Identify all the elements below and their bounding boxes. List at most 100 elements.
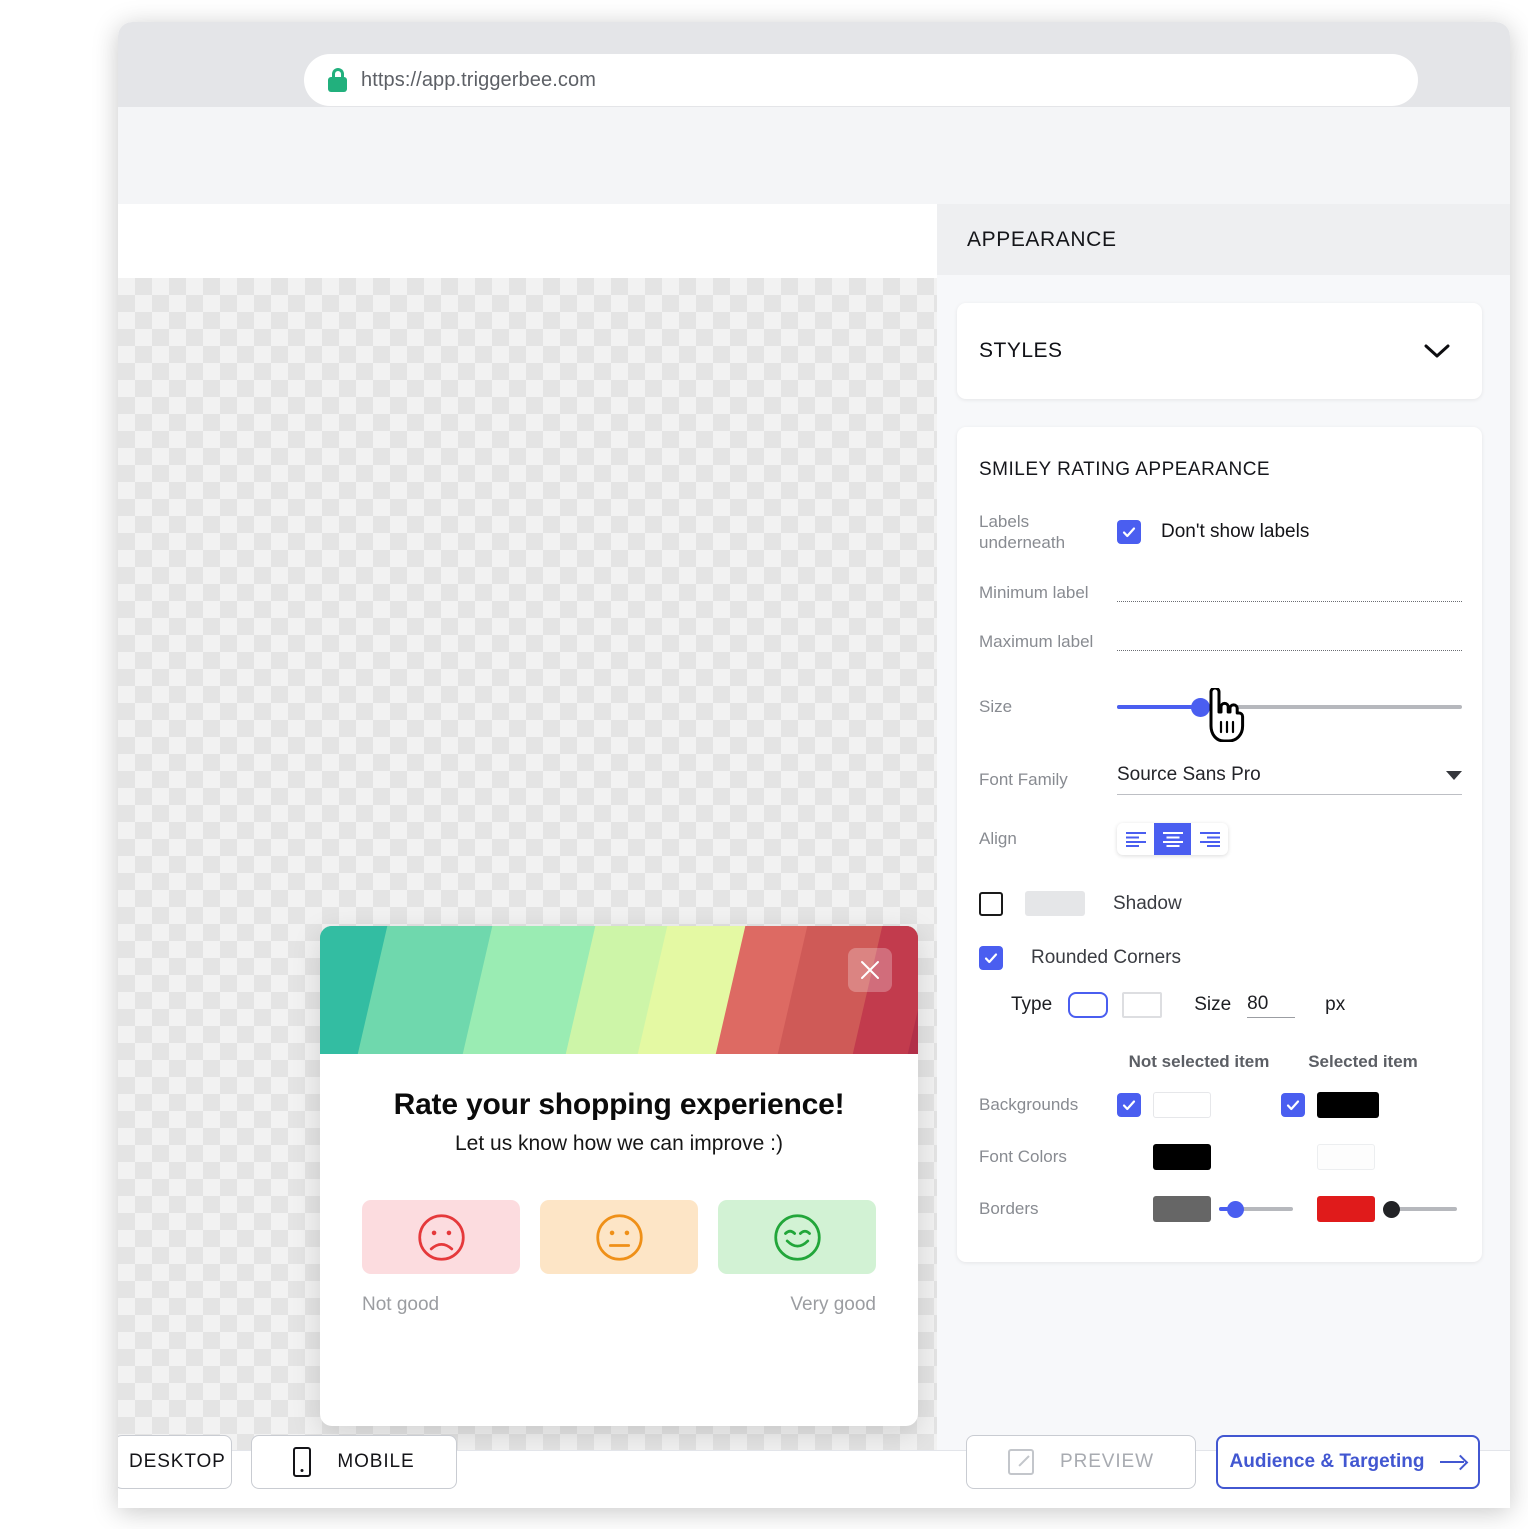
appearance-panel: APPEARANCE STYLES SMILEY RATING APPEARAN… (937, 204, 1510, 1450)
mobile-view-button[interactable]: MOBILE (251, 1435, 457, 1489)
sad-face-icon[interactable] (362, 1200, 520, 1274)
smiley-rating-row (360, 1200, 878, 1274)
popup-banner (320, 926, 918, 1054)
lock-icon (328, 68, 347, 92)
corner-size-unit: px (1325, 994, 1346, 1015)
font-family-label: Font Family (979, 769, 1068, 789)
max-scale-label: Very good (790, 1294, 876, 1315)
backgrounds-not-selected-cell (1117, 1092, 1281, 1118)
borders-label: Borders (979, 1199, 1039, 1219)
shadow-label: Shadow (1113, 892, 1182, 914)
maximum-label-label: Maximum label (979, 631, 1094, 651)
align-button-group (1117, 823, 1228, 855)
dont-show-labels-label: Don't show labels (1161, 521, 1310, 543)
shadow-checkbox[interactable] (979, 891, 1003, 916)
row-labels-underneath: Labels underneath Don't show labels (979, 511, 1462, 554)
align-label: Align (979, 829, 1017, 849)
size-slider[interactable] (1117, 696, 1462, 718)
panel-title: APPEARANCE (937, 204, 1510, 275)
slider-knob[interactable] (1383, 1200, 1400, 1218)
audience-targeting-button[interactable]: Audience & Targeting (1216, 1435, 1480, 1489)
bottom-toolbar: DESKTOP MOBILE PREVIEW Audience & Target… (118, 1435, 1510, 1508)
borders-selected-swatch[interactable] (1317, 1196, 1375, 1222)
browser-window: https://app.triggerbee.com Rate your sho… (118, 22, 1510, 1508)
desktop-view-button[interactable]: DESKTOP (118, 1435, 232, 1489)
rounded-corners-checkbox[interactable] (979, 946, 1003, 970)
font-colors-not-selected-cell (1117, 1144, 1281, 1170)
maximum-label-input[interactable] (1117, 631, 1462, 652)
borders-not-selected-swatch[interactable] (1153, 1196, 1211, 1222)
styles-section-header[interactable]: STYLES (957, 303, 1482, 399)
mobile-icon (293, 1447, 312, 1477)
align-right-icon[interactable] (1191, 823, 1228, 855)
backgrounds-not-selected-swatch[interactable] (1153, 1092, 1211, 1118)
row-font-family: Font Family Source Sans Pro (979, 764, 1462, 795)
app-toolbar-strip (118, 107, 1510, 204)
row-shadow: Shadow (979, 891, 1462, 916)
type-label: Type (1011, 994, 1053, 1015)
borders-selected-cell (1281, 1196, 1457, 1222)
labels-underneath-label: Labels underneath (979, 512, 1066, 553)
corner-type-square-option[interactable] (1122, 992, 1163, 1018)
rounded-corners-label: Rounded Corners (1031, 947, 1181, 968)
row-minimum-label: Minimum label (979, 582, 1462, 603)
desktop-view-label: DESKTOP (129, 1451, 226, 1472)
close-icon[interactable] (848, 948, 892, 992)
minimum-label-label: Minimum label (979, 582, 1089, 602)
corner-size-label: Size (1194, 994, 1232, 1015)
font-family-select[interactable]: Source Sans Pro (1117, 764, 1462, 795)
col-not-selected-label: Not selected item (1128, 1052, 1270, 1071)
smiley-rating-appearance-card: SMILEY RATING APPEARANCE Labels undernea… (957, 427, 1482, 1262)
font-colors-selected-cell (1281, 1144, 1445, 1170)
state-column-headers: Not selected item Selected item (979, 1052, 1462, 1072)
row-rounded-corners: Rounded Corners (979, 946, 1462, 970)
chevron-down-icon[interactable] (1424, 343, 1450, 359)
corner-type-rounded-option[interactable] (1068, 992, 1109, 1018)
font-family-value: Source Sans Pro (1117, 764, 1261, 785)
arrow-right-icon (1440, 1455, 1466, 1469)
slider-fill (1117, 705, 1200, 709)
preview-button-label: PREVIEW (1060, 1451, 1154, 1472)
align-left-icon[interactable] (1117, 823, 1154, 855)
caret-down-icon (1446, 770, 1462, 780)
borders-selected-width-slider[interactable] (1383, 1198, 1457, 1220)
backgrounds-not-selected-checkbox[interactable] (1117, 1093, 1141, 1117)
url-text: https://app.triggerbee.com (361, 68, 596, 91)
app-body: Rate your shopping experience! Let us kn… (118, 204, 1510, 1508)
mobile-view-label: MOBILE (337, 1451, 415, 1472)
row-align: Align (979, 823, 1462, 855)
popup-preview: Rate your shopping experience! Let us kn… (320, 926, 918, 1426)
corner-size-input[interactable]: 80 (1247, 993, 1296, 1018)
slider-knob[interactable] (1227, 1200, 1245, 1218)
popup-title: Rate your shopping experience! (393, 1088, 845, 1121)
section-title: SMILEY RATING APPEARANCE (979, 459, 1271, 480)
minimum-label-input[interactable] (1117, 582, 1462, 603)
size-label: Size (979, 697, 1013, 717)
row-backgrounds: Backgrounds (979, 1092, 1462, 1118)
browser-chrome: https://app.triggerbee.com (118, 22, 1510, 107)
backgrounds-selected-checkbox[interactable] (1281, 1093, 1305, 1117)
font-colors-not-selected-swatch[interactable] (1153, 1144, 1211, 1170)
row-font-colors: Font Colors (979, 1144, 1462, 1170)
scale-labels: Not good Very good (360, 1294, 878, 1316)
dont-show-labels-checkbox[interactable] (1117, 520, 1141, 545)
font-colors-selected-swatch[interactable] (1317, 1144, 1375, 1170)
happy-face-icon[interactable] (718, 1200, 876, 1274)
borders-not-selected-cell (1117, 1196, 1293, 1222)
borders-not-selected-width-slider[interactable] (1219, 1198, 1293, 1220)
min-scale-label: Not good (362, 1294, 440, 1315)
preview-button[interactable]: PREVIEW (966, 1435, 1196, 1489)
preview-canvas: Rate your shopping experience! Let us kn… (118, 278, 937, 1450)
audience-targeting-label: Audience & Targeting (1229, 1451, 1425, 1472)
address-bar[interactable]: https://app.triggerbee.com (304, 54, 1418, 106)
row-borders: Borders (979, 1196, 1462, 1222)
popup-content: Rate your shopping experience! Let us kn… (320, 1088, 918, 1316)
row-maximum-label: Maximum label (979, 631, 1462, 652)
backgrounds-selected-swatch[interactable] (1317, 1092, 1379, 1118)
font-colors-label: Font Colors (979, 1147, 1067, 1167)
pointing-hand-cursor (1202, 686, 1248, 743)
neutral-face-icon[interactable] (540, 1200, 698, 1274)
align-center-icon[interactable] (1154, 823, 1191, 855)
shadow-color-swatch[interactable] (1025, 891, 1085, 916)
col-selected-label: Selected item (1308, 1052, 1418, 1071)
